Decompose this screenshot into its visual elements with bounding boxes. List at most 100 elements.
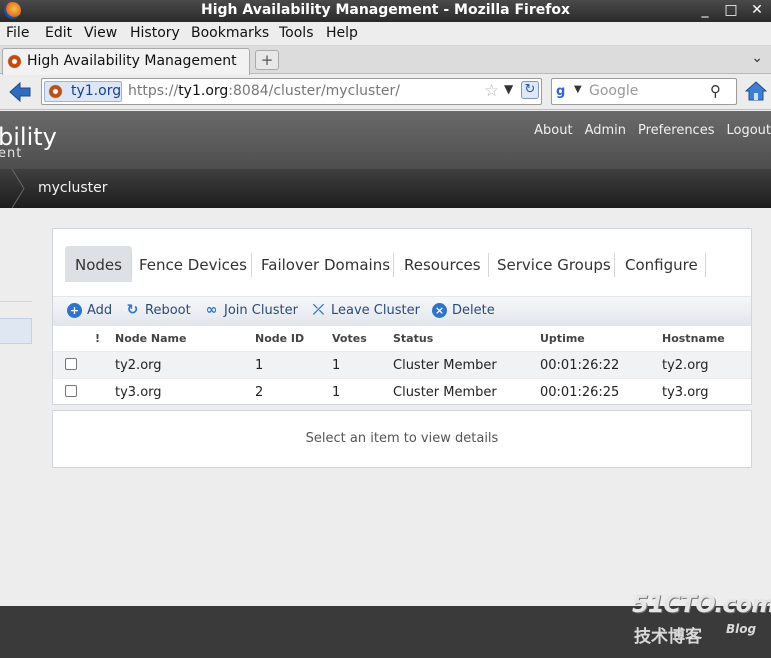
url-path: :8084/cluster/mycluster/ bbox=[228, 83, 400, 99]
tab-failover-domains[interactable]: Failover Domains bbox=[261, 246, 390, 282]
column-uptime[interactable]: Uptime bbox=[540, 332, 585, 345]
back-arrow-icon[interactable] bbox=[8, 81, 32, 103]
cell-status: Cluster Member bbox=[393, 358, 497, 373]
row-checkbox[interactable] bbox=[65, 358, 77, 370]
maximize-button[interactable]: □ bbox=[723, 2, 739, 18]
leave-cluster-label: Leave Cluster bbox=[331, 303, 420, 318]
column-node-name[interactable]: Node Name bbox=[115, 332, 186, 345]
cell-votes: 1 bbox=[332, 385, 341, 400]
breadcrumb-current[interactable]: mycluster bbox=[38, 180, 108, 196]
menu-view[interactable]: View bbox=[84, 25, 117, 41]
breadcrumb-separator-icon bbox=[11, 169, 25, 208]
window-titlebar: High Availability Management - Mozilla F… bbox=[0, 0, 771, 22]
column-node-id[interactable]: Node ID bbox=[255, 332, 304, 345]
details-panel: Select an item to view details bbox=[52, 410, 752, 468]
home-icon[interactable] bbox=[745, 80, 767, 102]
site-identity-icon bbox=[48, 84, 63, 99]
delete-button[interactable]: × Delete bbox=[432, 303, 495, 318]
column-status[interactable]: Status bbox=[393, 332, 433, 345]
url-text[interactable]: https://ty1.org:8084/cluster/mycluster/ bbox=[128, 83, 400, 99]
cell-node-id: 2 bbox=[255, 385, 264, 400]
watermark-line3: Blog bbox=[726, 622, 757, 636]
url-dropdown-icon[interactable]: ▼ bbox=[504, 82, 513, 96]
browser-tab[interactable]: High Availability Management bbox=[2, 48, 250, 75]
minimize-button[interactable]: _ bbox=[697, 2, 713, 18]
breadcrumb: mycluster bbox=[0, 169, 771, 208]
browser-tab-label: High Availability Management bbox=[27, 53, 237, 69]
url-bar[interactable]: ty1.org https://ty1.org:8084/cluster/myc… bbox=[41, 78, 542, 105]
reboot-icon: ↻ bbox=[126, 302, 139, 318]
search-binoculars-icon[interactable]: ⚲ bbox=[710, 82, 721, 100]
cell-votes: 1 bbox=[332, 358, 341, 373]
window-title: High Availability Management - Mozilla F… bbox=[201, 2, 570, 18]
reload-icon[interactable]: ↻ bbox=[521, 81, 539, 99]
admin-link[interactable]: Admin bbox=[585, 123, 626, 138]
details-empty-message: Select an item to view details bbox=[305, 431, 499, 446]
menu-file[interactable]: File bbox=[6, 25, 29, 41]
table-row[interactable]: ty3.org 2 1 Cluster Member 00:01:26:25 t… bbox=[53, 378, 751, 405]
site-identity-button[interactable]: ty1.org bbox=[44, 81, 122, 102]
navigation-toolbar: ty1.org https://ty1.org:8084/cluster/myc… bbox=[0, 75, 771, 110]
watermark-line2: 技术博客 bbox=[634, 627, 702, 647]
nodes-toolbar: + Add ↻ Reboot ∞ Join Cluster ⤫ Leave Cl… bbox=[53, 296, 751, 326]
menu-edit[interactable]: Edit bbox=[45, 25, 72, 41]
search-engine-dropdown-icon[interactable]: ▼ bbox=[574, 84, 582, 95]
cell-status: Cluster Member bbox=[393, 385, 497, 400]
cell-node-id: 1 bbox=[255, 358, 264, 373]
close-button[interactable]: ✕ bbox=[749, 2, 765, 18]
table-header: ! Node Name Node ID Votes Status Uptime … bbox=[53, 326, 751, 351]
tab-nodes[interactable]: Nodes bbox=[65, 246, 132, 282]
bookmark-star-icon[interactable]: ☆ bbox=[484, 81, 499, 101]
menu-history[interactable]: History bbox=[130, 25, 180, 41]
search-engine-icon[interactable]: g bbox=[556, 84, 572, 100]
app-brand-subtitle: ent bbox=[0, 146, 23, 161]
delete-label: Delete bbox=[452, 303, 495, 318]
cell-uptime: 00:01:26:25 bbox=[540, 385, 620, 400]
reboot-label: Reboot bbox=[145, 303, 191, 318]
sidebar-item-selected[interactable] bbox=[0, 318, 32, 344]
unlink-icon: ⤫ bbox=[312, 302, 325, 318]
delete-icon: × bbox=[432, 303, 447, 318]
menu-tools[interactable]: Tools bbox=[279, 25, 314, 41]
column-hostname[interactable]: Hostname bbox=[662, 332, 725, 345]
add-button[interactable]: + Add bbox=[67, 303, 112, 318]
search-input[interactable]: Google bbox=[589, 83, 638, 99]
cell-uptime: 00:01:26:22 bbox=[540, 358, 620, 373]
tab-divider bbox=[614, 253, 615, 277]
logout-link[interactable]: Logout bbox=[726, 123, 771, 138]
tab-fence-devices[interactable]: Fence Devices bbox=[139, 246, 247, 282]
search-bar[interactable]: g ▼ Google ⚲ bbox=[551, 78, 737, 105]
about-link[interactable]: About bbox=[534, 123, 572, 138]
preferences-link[interactable]: Preferences bbox=[638, 123, 714, 138]
menu-bookmarks[interactable]: Bookmarks bbox=[191, 25, 269, 41]
new-tab-button[interactable]: + bbox=[255, 50, 279, 70]
url-host: ty1.org bbox=[178, 83, 229, 99]
cell-node-name: ty2.org bbox=[115, 358, 162, 373]
nodes-table: ! Node Name Node ID Votes Status Uptime … bbox=[53, 326, 751, 405]
tab-divider bbox=[488, 253, 489, 277]
watermark-line1: 51CTO.com bbox=[632, 590, 771, 618]
reboot-button[interactable]: ↻ Reboot bbox=[125, 302, 191, 319]
url-prefix: https:// bbox=[128, 83, 179, 99]
column-flag: ! bbox=[95, 332, 101, 345]
tab-service-groups[interactable]: Service Groups bbox=[497, 246, 611, 282]
tab-configure[interactable]: Configure bbox=[625, 246, 698, 282]
tab-resources[interactable]: Resources bbox=[404, 246, 481, 282]
header-links: About Admin Preferences Logout bbox=[534, 123, 771, 138]
join-cluster-button[interactable]: ∞ Join Cluster bbox=[204, 303, 298, 319]
nodes-panel: Nodes Fence Devices Failover Domains Res… bbox=[52, 228, 752, 405]
cell-hostname: ty2.org bbox=[662, 358, 709, 373]
menu-help[interactable]: Help bbox=[326, 25, 358, 41]
row-checkbox[interactable] bbox=[65, 385, 77, 397]
browser-tab-bar: High Availability Management + ⌄ bbox=[0, 46, 771, 75]
table-row[interactable]: ty2.org 1 1 Cluster Member 00:01:26:22 t… bbox=[53, 351, 751, 378]
tab-divider bbox=[705, 253, 706, 277]
site-favicon-icon bbox=[7, 54, 22, 69]
site-identity-host: ty1.org bbox=[71, 83, 122, 99]
cell-hostname: ty3.org bbox=[662, 385, 709, 400]
tab-list-button[interactable]: ⌄ bbox=[751, 50, 763, 66]
add-icon: + bbox=[67, 303, 82, 318]
column-votes[interactable]: Votes bbox=[332, 332, 367, 345]
tab-divider bbox=[131, 253, 132, 277]
leave-cluster-button[interactable]: ⤫ Leave Cluster bbox=[311, 302, 420, 319]
